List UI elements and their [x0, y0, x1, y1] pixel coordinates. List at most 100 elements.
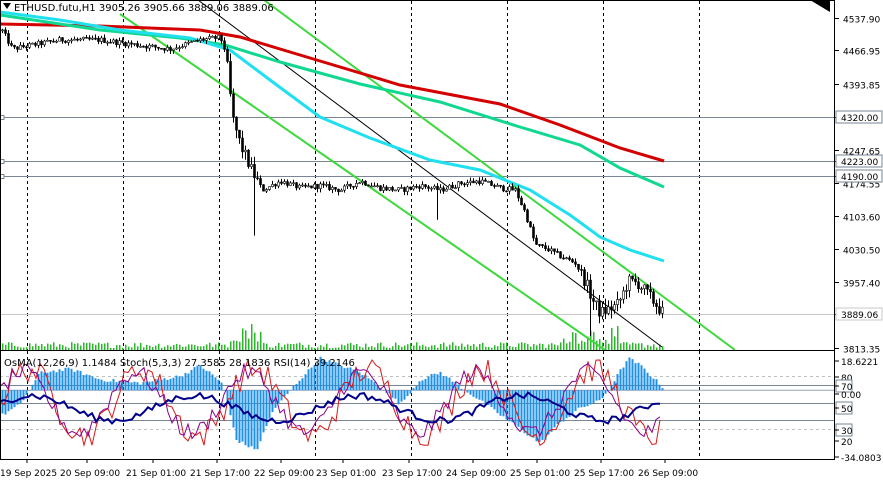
osma-bar [100, 379, 103, 391]
candle-body [10, 43, 13, 46]
osma-bar [412, 388, 415, 391]
osma-bar [109, 381, 112, 391]
osma-bar [355, 370, 358, 391]
osma-bar [301, 378, 304, 391]
osma-bar [397, 390, 400, 405]
volume-bar [83, 342, 85, 350]
candle-body [508, 186, 511, 192]
osma-bar [553, 390, 556, 428]
candle-body [280, 181, 283, 184]
candle-body [46, 39, 49, 42]
candle-body [580, 269, 583, 271]
osma-bar [592, 390, 595, 404]
volume-bar [386, 347, 388, 350]
volume-bar [257, 341, 259, 350]
candle-body [619, 298, 622, 301]
osma-bar [247, 390, 250, 448]
volume-bar [110, 347, 112, 350]
candle-body [331, 187, 334, 190]
volume-bar [521, 342, 523, 350]
volume-bar [299, 342, 301, 350]
volume-bar [458, 346, 460, 350]
osma-bar [94, 378, 97, 391]
candle-body [223, 40, 226, 50]
volume-bar [218, 342, 220, 350]
osma-bar [445, 376, 448, 391]
osma-bar [310, 367, 313, 391]
volume-bar [656, 347, 658, 350]
candle-body [265, 189, 268, 192]
volume-bar [32, 346, 34, 350]
volume-bar [641, 343, 643, 350]
osma-bar [529, 390, 532, 437]
volume-bar [221, 344, 223, 350]
candle-body [241, 137, 244, 153]
volume-bar [158, 343, 160, 350]
volume-bar [206, 344, 208, 350]
osma-bar [28, 390, 31, 391]
candle-body [661, 306, 664, 314]
candle-body [157, 46, 160, 49]
osma-bar [31, 384, 34, 391]
osma-bar [205, 370, 208, 391]
volume-bar [401, 346, 403, 350]
volume-bar [251, 324, 253, 350]
osma-bar [181, 376, 184, 391]
volume-bar [233, 340, 235, 350]
volume-bar [389, 347, 391, 350]
osma-bar [172, 377, 175, 391]
candle-body [502, 185, 505, 192]
candle-body [487, 181, 490, 183]
osma-bar [55, 372, 58, 391]
candle-body [373, 185, 376, 188]
candle-body [517, 188, 520, 199]
candle-body [610, 306, 613, 311]
candle-body [598, 300, 601, 317]
volume-bar [344, 345, 346, 350]
candle-body [481, 179, 484, 184]
volume-bar [113, 347, 115, 350]
volume-bar [623, 342, 625, 350]
candle-body [130, 42, 133, 45]
volume-bar [524, 342, 526, 350]
candle-body [106, 41, 109, 44]
volume-bar [14, 345, 16, 350]
volume-bar [473, 344, 475, 350]
candle-body [94, 37, 97, 40]
volume-bar [647, 344, 649, 350]
volume-bar [509, 346, 511, 350]
candle-body [358, 182, 361, 185]
candle-body [544, 245, 547, 250]
candle-body [64, 40, 67, 43]
trading-terminal[interactable]: ETHUSD.futu,H1 3905.26 3905.66 3889.06 3… [0, 0, 883, 484]
volume-bar [296, 343, 298, 350]
volume-bar [248, 338, 250, 350]
candle-body [43, 40, 46, 46]
candle-body [424, 184, 427, 188]
candle-body [427, 186, 430, 189]
volume-bar [533, 344, 535, 350]
osma-bar [601, 390, 604, 399]
volume-bar [104, 343, 106, 350]
candle-body [259, 178, 262, 185]
osma-bar [586, 390, 589, 407]
time-tick-label: 23 Sep 01:00 [316, 469, 376, 479]
candle-body [613, 304, 616, 311]
volume-bar [485, 346, 487, 350]
volume-bar [494, 345, 496, 350]
volume-bar [5, 344, 7, 350]
volume-bar [119, 345, 121, 350]
candle-body [34, 42, 37, 46]
osma-bar [88, 375, 91, 391]
volume-bar [506, 342, 508, 350]
osma-bar [16, 390, 19, 405]
osma-bar [370, 379, 373, 391]
osma-bar [433, 373, 436, 391]
volume-bar [284, 344, 286, 350]
candle-body [1, 29, 4, 32]
volume-bar [197, 346, 199, 350]
volume-bar [332, 347, 334, 350]
candle-body [277, 181, 280, 187]
candle-body [556, 251, 559, 253]
volume-bar [329, 347, 331, 350]
